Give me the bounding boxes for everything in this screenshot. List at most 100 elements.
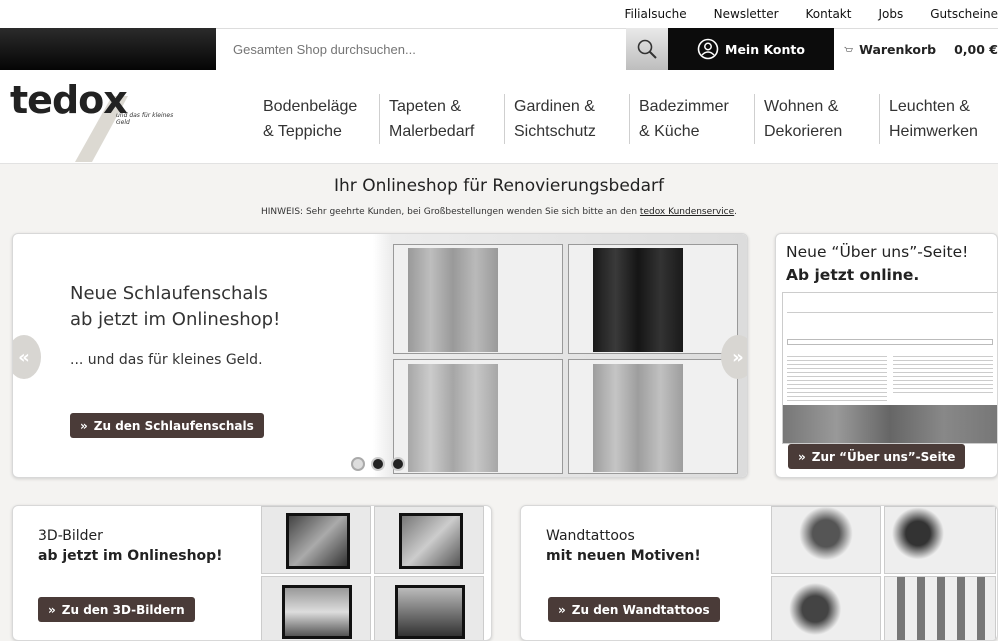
button-label: Zu den 3D-Bildern bbox=[61, 602, 185, 617]
curtains-image bbox=[373, 234, 747, 477]
nav-label-line: Tapeten & bbox=[389, 98, 462, 115]
double-chevron-icon: » bbox=[80, 418, 88, 433]
nav-badezimmer[interactable]: Badezimmer & Küche bbox=[629, 94, 754, 144]
notice-end: . bbox=[734, 207, 738, 217]
3d-bilder-card: 3D-Bilder ab jetzt im Onlineshop! » Zu d… bbox=[12, 505, 492, 641]
product-tile bbox=[884, 576, 996, 640]
about-page-button[interactable]: » Zur “Über uns”-Seite bbox=[788, 444, 966, 469]
screenshot-text bbox=[893, 353, 993, 393]
nav-label-line: Leuchten & bbox=[889, 98, 970, 115]
double-chevron-icon: » bbox=[798, 449, 806, 464]
nav-label-line: Wohnen & bbox=[764, 98, 839, 115]
nav-label-line: Bodenbeläge bbox=[263, 98, 358, 115]
about-card: Neue “Über uns”-Seite! Ab jetzt online. … bbox=[775, 233, 998, 478]
chevron-right-icon: » bbox=[732, 346, 744, 368]
logo-tagline: und das für kleines Geld bbox=[116, 112, 174, 126]
about-title-line: Ab jetzt online. bbox=[786, 266, 920, 284]
nav-bodenbelaege[interactable]: Bodenbeläge & Teppiche bbox=[254, 94, 379, 144]
logo-word: tedox bbox=[10, 78, 128, 122]
about-title: Neue “Über uns”-Seite! Ab jetzt online. bbox=[786, 241, 968, 287]
screenshot-header bbox=[787, 297, 993, 313]
screenshot-text bbox=[787, 353, 887, 401]
curtain-dark bbox=[593, 248, 683, 352]
search-row: Mein Konto Warenkorb 0,00 € bbox=[0, 28, 998, 70]
nav-label-line: Heimwerken bbox=[889, 123, 978, 140]
search-input[interactable] bbox=[216, 29, 630, 70]
slider-prev-button[interactable]: « bbox=[13, 335, 41, 379]
nav-label-line: Malerbedarf bbox=[389, 123, 475, 140]
nav-gardinen[interactable]: Gardinen & Sichtschutz bbox=[504, 94, 629, 144]
header: tedox und das für kleines Geld Bodenbelä… bbox=[0, 70, 998, 164]
nav-leuchten[interactable]: Leuchten & Heimwerken bbox=[879, 94, 998, 144]
product-tile bbox=[884, 506, 996, 574]
search-icon bbox=[637, 39, 657, 59]
account-button[interactable]: Mein Konto bbox=[668, 28, 834, 70]
search-box bbox=[216, 28, 630, 70]
curtain-gray bbox=[408, 364, 498, 472]
cart-label: Warenkorb bbox=[859, 42, 937, 57]
slider-next-button[interactable]: » bbox=[721, 335, 747, 379]
screenshot-nav bbox=[787, 339, 993, 345]
nav-label-line: & Küche bbox=[639, 123, 700, 140]
page-heading: Ihr Onlineshop für Renovierungsbedarf bbox=[334, 176, 664, 196]
product-tile bbox=[261, 576, 371, 640]
framed-picture bbox=[286, 513, 350, 569]
chevron-left-icon: « bbox=[18, 346, 30, 368]
nav-tapeten[interactable]: Tapeten & Malerbedarf bbox=[379, 94, 504, 144]
card-title: 3D-Bilder ab jetzt im Onlineshop! bbox=[38, 526, 223, 566]
screenshot-stone-photo bbox=[783, 405, 997, 443]
double-chevron-icon: » bbox=[48, 602, 56, 617]
search-button[interactable] bbox=[626, 28, 668, 70]
slide-subtitle: ... und das für kleines Geld. bbox=[70, 352, 263, 368]
slider-dots bbox=[351, 457, 405, 471]
link-kontakt[interactable]: Kontakt bbox=[806, 7, 852, 21]
product-tile bbox=[771, 576, 881, 640]
nav-label-line: & Teppiche bbox=[263, 123, 342, 140]
notice-text: HINWEIS: Sehr geehrte Kunden, bei Großbe… bbox=[260, 207, 638, 217]
logo[interactable]: tedox und das für kleines Geld bbox=[10, 76, 210, 162]
slide-title-line: ab jetzt im Onlineshop! bbox=[70, 309, 281, 330]
nav-label-line: Gardinen & bbox=[514, 98, 595, 115]
customer-service-link[interactable]: tedox Kundenservice bbox=[640, 207, 734, 217]
button-label: Zu den Wandtattoos bbox=[571, 602, 710, 617]
link-gutscheine[interactable]: Gutscheine bbox=[930, 7, 998, 21]
framed-picture bbox=[282, 585, 352, 639]
search-row-left-block bbox=[0, 28, 216, 70]
product-tile bbox=[374, 506, 484, 574]
framed-picture bbox=[399, 513, 463, 569]
cart-icon bbox=[844, 46, 853, 52]
about-page-screenshot bbox=[782, 292, 997, 444]
wandtattoos-button[interactable]: » Zu den Wandtattoos bbox=[548, 597, 720, 622]
framed-picture bbox=[395, 585, 465, 639]
wandtattoos-card: Wandtattoos mit neuen Motiven! » Zu den … bbox=[520, 505, 998, 641]
card-title-line: Wandtattoos bbox=[546, 528, 635, 544]
product-tile bbox=[261, 506, 371, 574]
product-tile bbox=[374, 576, 484, 640]
slider-dot[interactable] bbox=[391, 457, 405, 471]
link-newsletter[interactable]: Newsletter bbox=[714, 7, 779, 21]
link-filialsuche[interactable]: Filialsuche bbox=[624, 7, 686, 21]
card-title-line: 3D-Bilder bbox=[38, 528, 103, 544]
user-icon bbox=[697, 38, 719, 60]
slider-dot[interactable] bbox=[371, 457, 385, 471]
hero-slider: Neue Schlaufenschals ab jetzt im Onlines… bbox=[12, 233, 748, 478]
top-links-bar: Filialsuche Newsletter Kontakt Jobs Guts… bbox=[0, 0, 998, 30]
card-title-line: ab jetzt im Onlineshop! bbox=[38, 548, 223, 564]
slide-title-line: Neue Schlaufenschals bbox=[70, 283, 268, 304]
3d-bilder-button[interactable]: » Zu den 3D-Bildern bbox=[38, 597, 195, 622]
cart-button[interactable]: Warenkorb 0,00 € bbox=[834, 28, 998, 70]
schlaufenschals-button[interactable]: » Zu den Schlaufenschals bbox=[70, 413, 264, 438]
nav-label-line: Badezimmer bbox=[639, 98, 729, 115]
about-title-line: Neue “Über uns”-Seite! bbox=[786, 243, 969, 261]
notice: HINWEIS: Sehr geehrte Kunden, bei Großbe… bbox=[0, 207, 998, 217]
product-tile bbox=[771, 506, 881, 574]
nav-label-line: Sichtschutz bbox=[514, 123, 596, 140]
button-label: Zur “Über uns”-Seite bbox=[811, 449, 956, 464]
nav-wohnen[interactable]: Wohnen & Dekorieren bbox=[754, 94, 879, 144]
slide-title: Neue Schlaufenschals ab jetzt im Onlines… bbox=[70, 281, 370, 333]
slider-dot[interactable] bbox=[351, 457, 365, 471]
curtain-gray bbox=[408, 248, 498, 352]
cart-amount: 0,00 € bbox=[954, 42, 998, 57]
link-jobs[interactable]: Jobs bbox=[878, 7, 903, 21]
nav-label-line: Dekorieren bbox=[764, 123, 843, 140]
